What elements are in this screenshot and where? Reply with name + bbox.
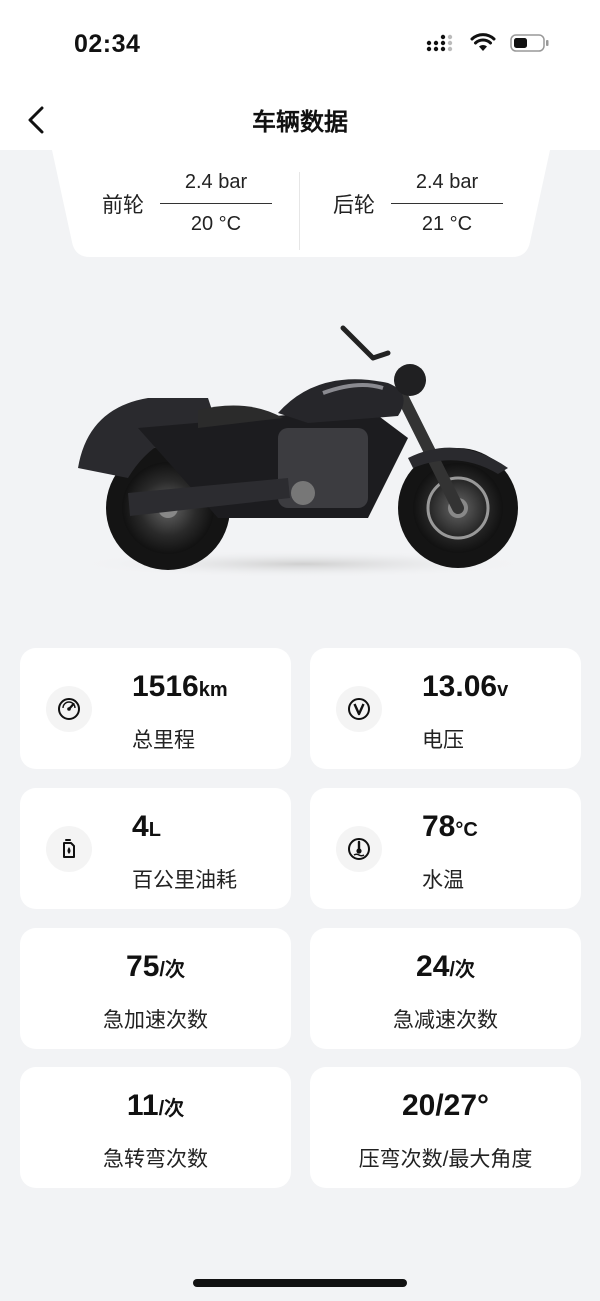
coolant-temp-icon [348,838,370,860]
stat-label: 急转弯次数 [103,1148,208,1171]
navigation-bar: 车辆数据 [0,90,600,150]
stat-unit: km [198,679,228,701]
stat-unit: /次 [159,959,185,981]
stat-card-sharp-turn: 11/次 急转弯次数 [20,1067,291,1188]
stat-value: 4 [132,810,149,843]
motorcycle-image [73,325,533,578]
stat-card-odometer: 1516km 总里程 [20,648,291,769]
stat-label: 电压 [422,729,464,752]
stat-card-hard-acceleration: 75/次 急加速次数 [20,928,291,1049]
stat-value: 11 [126,1089,159,1122]
stat-unit: v [497,679,509,701]
stat-label: 水温 [422,869,464,892]
tire-divider [299,172,300,250]
voltage-icon [348,698,370,720]
stat-card-hard-braking: 24/次 急减速次数 [310,928,581,1049]
status-time: 02:34 [74,30,141,58]
cellular-signal-icon [426,34,453,52]
stat-value: 20/27° [401,1089,490,1122]
front-tire: 前轮 2.4 bar 20 °C [102,150,272,257]
front-tire-pressure: 2.4 bar [160,171,272,204]
rear-tire-pressure: 2.4 bar [391,171,503,204]
stat-label: 急加速次数 [103,1009,208,1032]
home-indicator[interactable] [193,1279,407,1287]
tire-pressure-card: 前轮 2.4 bar 20 °C 后轮 2.4 bar 21 °C [52,150,550,257]
front-tire-label: 前轮 [102,193,144,217]
stat-value: 24 [416,950,450,983]
stat-unit: L [148,819,161,841]
wifi-icon [470,33,496,51]
stat-unit: °C [455,819,478,841]
stat-card-lean-angle: 20/27° 压弯次数/最大角度 [310,1067,581,1188]
rear-tire-label: 后轮 [333,193,375,217]
stat-card-coolant-temp: 78°C 水温 [310,788,581,909]
odometer-icon [58,698,80,720]
rear-tire: 后轮 2.4 bar 21 °C [333,150,503,257]
stat-unit: /次 [449,959,475,981]
stat-label: 百公里油耗 [132,869,237,892]
battery-icon [510,34,549,52]
stat-value: 1516 [132,670,199,703]
status-icons [426,33,550,53]
rear-tire-temp: 21 °C [421,213,473,235]
stat-label: 急减速次数 [393,1009,498,1032]
stat-card-voltage: 13.06v 电压 [310,648,581,769]
status-bar: 02:34 [0,0,600,90]
stat-value: 13.06 [422,670,498,703]
stat-label: 总里程 [132,729,195,752]
stat-unit: /次 [158,1098,185,1120]
stat-value: 78 [422,810,456,843]
stat-value: 75 [126,950,160,983]
page-title: 车辆数据 [252,109,348,136]
fuel-icon [63,839,75,858]
stat-card-fuel-consumption: 4L 百公里油耗 [20,788,291,909]
front-tire-temp: 20 °C [190,213,242,235]
stat-label: 压弯次数/最大角度 [358,1148,533,1171]
